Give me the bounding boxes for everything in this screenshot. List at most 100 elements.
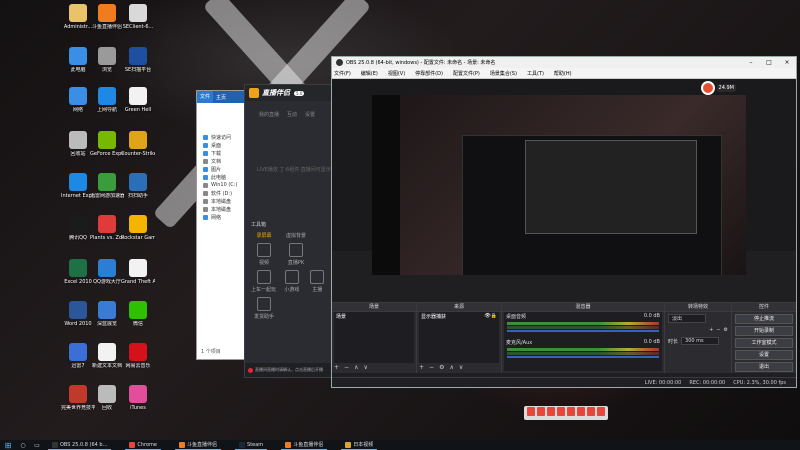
taskbar-app[interactable]: Chrome xyxy=(125,440,162,450)
source-item[interactable]: 显示器捕获 👁🔒 xyxy=(419,312,499,321)
scene-item[interactable]: 场景 xyxy=(334,312,414,321)
tool-record-screen[interactable]: 录屏幕 xyxy=(251,232,277,239)
remove-icon[interactable]: − xyxy=(344,364,349,372)
mic-icon[interactable] xyxy=(557,407,565,416)
desktop-shortcut[interactable]: Counter-Strike Global Offensive xyxy=(121,131,155,157)
desktop-shortcut[interactable]: 上网导航 xyxy=(90,87,124,113)
desktop-shortcut[interactable]: 微信 xyxy=(121,301,155,327)
scene-list[interactable]: 场景 xyxy=(334,312,414,363)
stop-streaming-button[interactable]: 停止推流 xyxy=(735,314,793,324)
live-tab[interactable]: 互动 xyxy=(287,111,297,118)
explorer-tab-home[interactable]: 主页 xyxy=(213,94,229,101)
live-tab[interactable]: 我的直播 xyxy=(259,111,279,118)
gear-icon[interactable]: ⚙ xyxy=(724,327,728,333)
obs-titlebar[interactable]: OBS 25.0.8 (64-bit, windows) - 配置文件: 未命名… xyxy=(332,57,796,68)
taskbar-app[interactable]: OBS 25.0.8 (64 b... xyxy=(48,440,112,450)
desktop-shortcut[interactable]: 迅雷网游加速器 xyxy=(90,173,124,199)
tool-car[interactable]: 上车一起玩 xyxy=(251,270,276,293)
tool-virtual-bg[interactable]: 虚拟背景 xyxy=(283,232,309,239)
desktop-shortcut[interactable]: 斗鱼直播伴侣 xyxy=(90,4,124,30)
settings-button[interactable]: 设置 xyxy=(735,350,793,360)
add-icon[interactable]: + xyxy=(334,364,339,372)
explorer-nav-item[interactable]: 此电脑 xyxy=(197,173,245,181)
down-icon[interactable]: ∨ xyxy=(459,364,463,372)
desktop-shortcut[interactable]: 扫扫助手 xyxy=(121,173,155,199)
file-explorer-window[interactable]: 文件 主页 快速访问 桌面 下载 文档 图片 此电脑 Win10 (C:) 软件 (D:) 本地… xyxy=(196,90,246,360)
explorer-nav-item[interactable]: 网络 xyxy=(197,213,245,221)
obs-preview[interactable] xyxy=(372,95,746,275)
studio-mode-button[interactable]: 工作室模式 xyxy=(735,338,793,348)
tool-game[interactable]: 小游戏 xyxy=(282,270,301,293)
search-icon[interactable]: ○ xyxy=(16,440,30,450)
remove-icon[interactable]: − xyxy=(429,364,434,372)
explorer-nav-item[interactable]: 图片 xyxy=(197,165,245,173)
duration-field[interactable]: 300 ms xyxy=(681,337,720,345)
keyboard-icon[interactable] xyxy=(567,407,575,416)
menu-item[interactable]: 配置文件(P) xyxy=(453,70,480,77)
exit-button[interactable]: 退出 xyxy=(735,362,793,372)
explorer-nav-item[interactable]: 本地磁盘 xyxy=(197,205,245,213)
gear-icon[interactable]: ⚙ xyxy=(439,364,444,372)
obs-window[interactable]: OBS 25.0.8 (64-bit, windows) - 配置文件: 未命名… xyxy=(331,56,797,388)
tools-icon[interactable] xyxy=(597,407,605,416)
desktop-shortcut[interactable]: 回收 xyxy=(90,385,124,411)
menu-item[interactable]: 工具(T) xyxy=(527,70,544,77)
desktop-shortcut[interactable]: 深蓝展览 xyxy=(90,301,124,327)
live-companion-window[interactable]: 直播伴侣 5.0 我的直播 互动 设置 LIVE播放 丁·6组件·直播间可显示 … xyxy=(244,84,334,378)
transition-select[interactable]: 淡出 xyxy=(668,314,706,323)
desktop-shortcut[interactable]: Green Hell xyxy=(121,87,155,113)
start-recording-button[interactable]: 开始录制 xyxy=(735,326,793,336)
taskbar-app[interactable]: Steam xyxy=(235,440,268,450)
close-button[interactable]: × xyxy=(778,57,796,68)
desktop-shortcut[interactable]: QQ游戏大厅 xyxy=(90,259,124,285)
desktop-shortcut[interactable]: 网易云音乐 xyxy=(121,343,155,369)
eye-lock-icon[interactable]: 👁🔒 xyxy=(484,313,497,320)
menu-item[interactable]: 文件(F) xyxy=(334,70,351,77)
menu-item[interactable]: 场景集合(S) xyxy=(490,70,517,77)
tool-pk[interactable]: 直播PK xyxy=(283,243,309,266)
desktop-shortcut[interactable]: Rockstar Games... xyxy=(121,215,155,241)
windows-start-icon[interactable]: ⊞ xyxy=(0,440,16,450)
desktop-shortcut[interactable]: 新建文本文档 xyxy=(90,343,124,369)
desktop-shortcut[interactable]: Grand Theft Auto V xyxy=(121,259,155,285)
grid-icon[interactable] xyxy=(577,407,585,416)
volume-slider[interactable] xyxy=(507,356,659,358)
menu-item[interactable]: 帮助(H) xyxy=(554,70,572,77)
remove-icon[interactable]: − xyxy=(716,327,720,333)
task-view-icon[interactable]: ▭ xyxy=(30,440,44,450)
explorer-nav-item[interactable]: 快速访问 xyxy=(197,133,245,141)
volume-slider[interactable] xyxy=(507,330,659,332)
desktop-shortcut[interactable]: SE扫描平台 xyxy=(121,47,155,73)
taskbar-app[interactable]: 斗鱼直播伴侣 xyxy=(281,440,328,450)
desktop-shortcut[interactable]: GeForce Experience xyxy=(90,131,124,157)
explorer-nav-item[interactable]: 软件 (D:) xyxy=(197,189,245,197)
taskbar-app[interactable]: 日本视频 xyxy=(341,440,378,450)
desktop-shortcut[interactable]: Plants vs. Zombies Ga... xyxy=(90,215,124,241)
speech-icon[interactable] xyxy=(547,407,555,416)
up-icon[interactable]: ∧ xyxy=(354,364,358,372)
explorer-nav-item[interactable]: 文档 xyxy=(197,157,245,165)
desktop-shortcut[interactable]: iTunes xyxy=(121,385,155,411)
add-icon[interactable]: + xyxy=(419,364,424,372)
source-list[interactable]: 显示器捕获 👁🔒 xyxy=(419,312,499,363)
up-icon[interactable]: ∧ xyxy=(449,364,453,372)
tool-shipping[interactable]: 发货助手 xyxy=(251,297,277,320)
maximize-button[interactable]: □ xyxy=(760,57,778,68)
taskbar-app[interactable]: 斗鱼直播伴侣 xyxy=(175,440,222,450)
explorer-nav-item[interactable]: 下载 xyxy=(197,149,245,157)
minimize-button[interactable]: – xyxy=(742,57,760,68)
menu-item[interactable]: 停靠部件(D) xyxy=(415,70,443,77)
explorer-nav-item[interactable]: 本地磁盘 xyxy=(197,197,245,205)
shirt-icon[interactable] xyxy=(587,407,595,416)
explorer-tab-file[interactable]: 文件 xyxy=(197,91,214,103)
live-tab[interactable]: 设置 xyxy=(305,111,315,118)
desktop-shortcut[interactable]: SEClient-6... xyxy=(121,4,155,30)
sogou-input-icon[interactable] xyxy=(527,407,535,416)
menu-item[interactable]: 视图(V) xyxy=(388,70,405,77)
explorer-nav-item[interactable]: 桌面 xyxy=(197,141,245,149)
down-icon[interactable]: ∨ xyxy=(363,364,367,372)
add-icon[interactable]: + xyxy=(709,327,713,333)
record-indicator[interactable]: 24.9M xyxy=(700,81,736,95)
tool-video[interactable]: 视频 xyxy=(251,243,277,266)
tool-anchor[interactable]: 主播 xyxy=(308,270,327,293)
